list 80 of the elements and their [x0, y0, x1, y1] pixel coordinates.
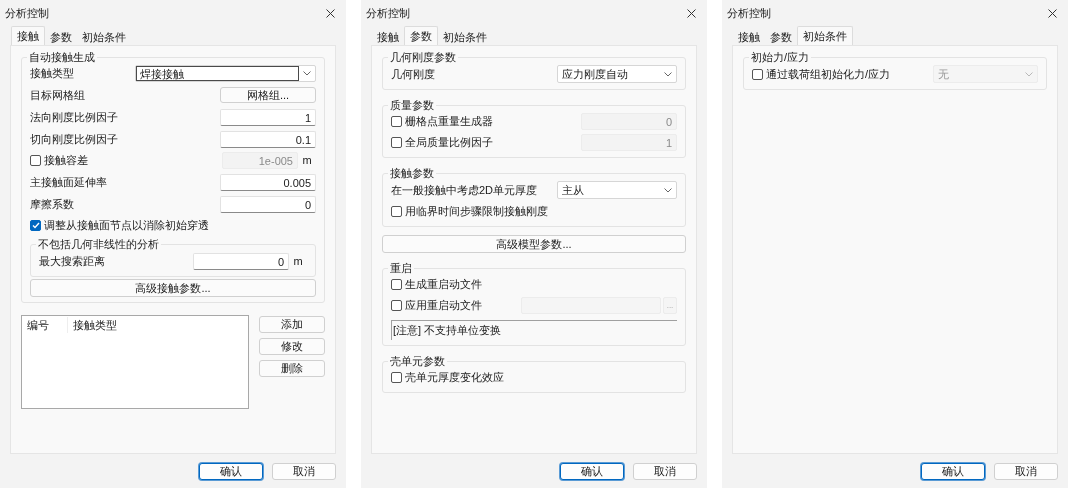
checkbox[interactable]	[391, 137, 402, 148]
tab[interactable]: 初始条件	[438, 29, 492, 45]
field-label: 接触类型	[30, 66, 75, 82]
unit-label: m	[292, 253, 304, 269]
close-icon[interactable]	[687, 8, 696, 18]
number-field[interactable]: 0.005	[220, 173, 316, 191]
window-title: 分析控制	[366, 5, 410, 21]
close-icon[interactable]	[326, 8, 335, 18]
list-box[interactable]: 编号 接触类型	[21, 315, 249, 409]
dropdown[interactable]: 应力刚度自动	[557, 65, 677, 83]
group-title: 壳单元参数	[389, 354, 446, 368]
checkbox-label: 接触容差	[44, 153, 88, 169]
advanced-button[interactable]: 高级模型参数...	[382, 235, 686, 253]
number-field[interactable]: 0	[220, 195, 316, 213]
chevron-icon	[664, 187, 672, 193]
dropdown[interactable]: 焊接接触	[135, 65, 316, 82]
field-label: 主接触面延伸率	[30, 174, 108, 190]
number-field[interactable]: 0.1	[220, 130, 316, 148]
unit-label: m	[301, 153, 313, 169]
window-title: 分析控制	[727, 5, 771, 21]
checkbox-label: 生成重启动文件	[405, 277, 482, 293]
checkbox[interactable]	[391, 300, 402, 311]
column-header[interactable]: 编号	[22, 316, 68, 334]
group-title: 重启	[389, 261, 413, 275]
checkbox-label: 应用重启动文件	[405, 298, 482, 314]
group-title: 几何刚度参数	[389, 50, 457, 64]
group-title: 质量参数	[389, 98, 435, 112]
tab[interactable]: 参数	[765, 29, 797, 45]
checkbox[interactable]	[752, 68, 763, 80]
list-action-button[interactable]: 修改	[259, 338, 325, 355]
dialog-button[interactable]: 取消	[633, 462, 697, 480]
field-label: 切向刚度比例因子	[30, 131, 119, 147]
tab[interactable]: 参数	[45, 29, 77, 45]
field-label: 摩擦系数	[30, 196, 75, 212]
group-title: 接触参数	[389, 166, 435, 180]
tab[interactable]: 接触	[372, 29, 404, 45]
close-icon[interactable]	[1048, 8, 1057, 18]
checkbox[interactable]	[391, 279, 402, 290]
dialog-button[interactable]: 确认	[199, 462, 263, 480]
mesh-group-button[interactable]: 网格组...	[220, 87, 316, 103]
dialog-button[interactable]: 确认	[560, 462, 624, 480]
field-label: 几何刚度	[391, 66, 436, 82]
chevron-icon	[664, 71, 672, 77]
dropdown[interactable]: 主从	[557, 181, 677, 199]
checkbox[interactable]	[391, 206, 402, 217]
number-field[interactable]: 1	[220, 108, 316, 126]
list-action-button[interactable]: 删除	[259, 360, 325, 377]
checkbox-label: 栅格点重量生成器	[405, 114, 493, 130]
checkbox-label: 调整从接触面节点以消除初始穿透	[44, 218, 209, 234]
tab[interactable]: 接触	[11, 26, 45, 45]
tab[interactable]: 参数	[404, 26, 438, 45]
note-text: [注意] 不支持单位变换	[393, 323, 502, 339]
checkbox[interactable]	[30, 220, 41, 231]
list-action-button[interactable]: 添加	[259, 316, 325, 333]
checkbox-label: 壳单元厚度变化效应	[405, 370, 504, 386]
chevron-icon	[1025, 71, 1033, 77]
checkbox[interactable]	[391, 372, 402, 383]
chevron-icon	[303, 71, 311, 76]
tab[interactable]: 接触	[733, 29, 765, 45]
tab[interactable]: 初始条件	[797, 26, 853, 45]
group-title: 自动接触生成	[28, 50, 96, 64]
advanced-button[interactable]: 高级接触参数...	[30, 279, 316, 297]
checkbox[interactable]	[30, 155, 41, 166]
column-header[interactable]: 接触类型	[68, 316, 248, 334]
dialog-button[interactable]: 确认	[921, 462, 985, 480]
group-title: 初始力/应力	[750, 50, 811, 64]
field-label: 法向刚度比例因子	[30, 109, 119, 125]
number-field[interactable]: 0	[193, 252, 289, 270]
field-label: 最大搜索距离	[39, 253, 106, 269]
dialog-button[interactable]: 取消	[272, 462, 336, 480]
window-title: 分析控制	[5, 5, 49, 21]
dialog-button[interactable]: 取消	[994, 462, 1058, 480]
group-title: 不包括几何非线性的分析	[37, 237, 160, 251]
checkbox-label: 用临界时间步骤限制接触刚度	[405, 204, 548, 220]
field-label: 在一般接触中考虑2D单元厚度	[391, 182, 539, 198]
checkbox-label: 全局质量比例因子	[405, 135, 493, 151]
checkbox[interactable]	[391, 116, 402, 127]
tab[interactable]: 初始条件	[77, 29, 131, 45]
checkbox-label: 通过载荷组初始化力/应力	[766, 66, 891, 82]
field-label: 目标网格组	[30, 87, 86, 103]
